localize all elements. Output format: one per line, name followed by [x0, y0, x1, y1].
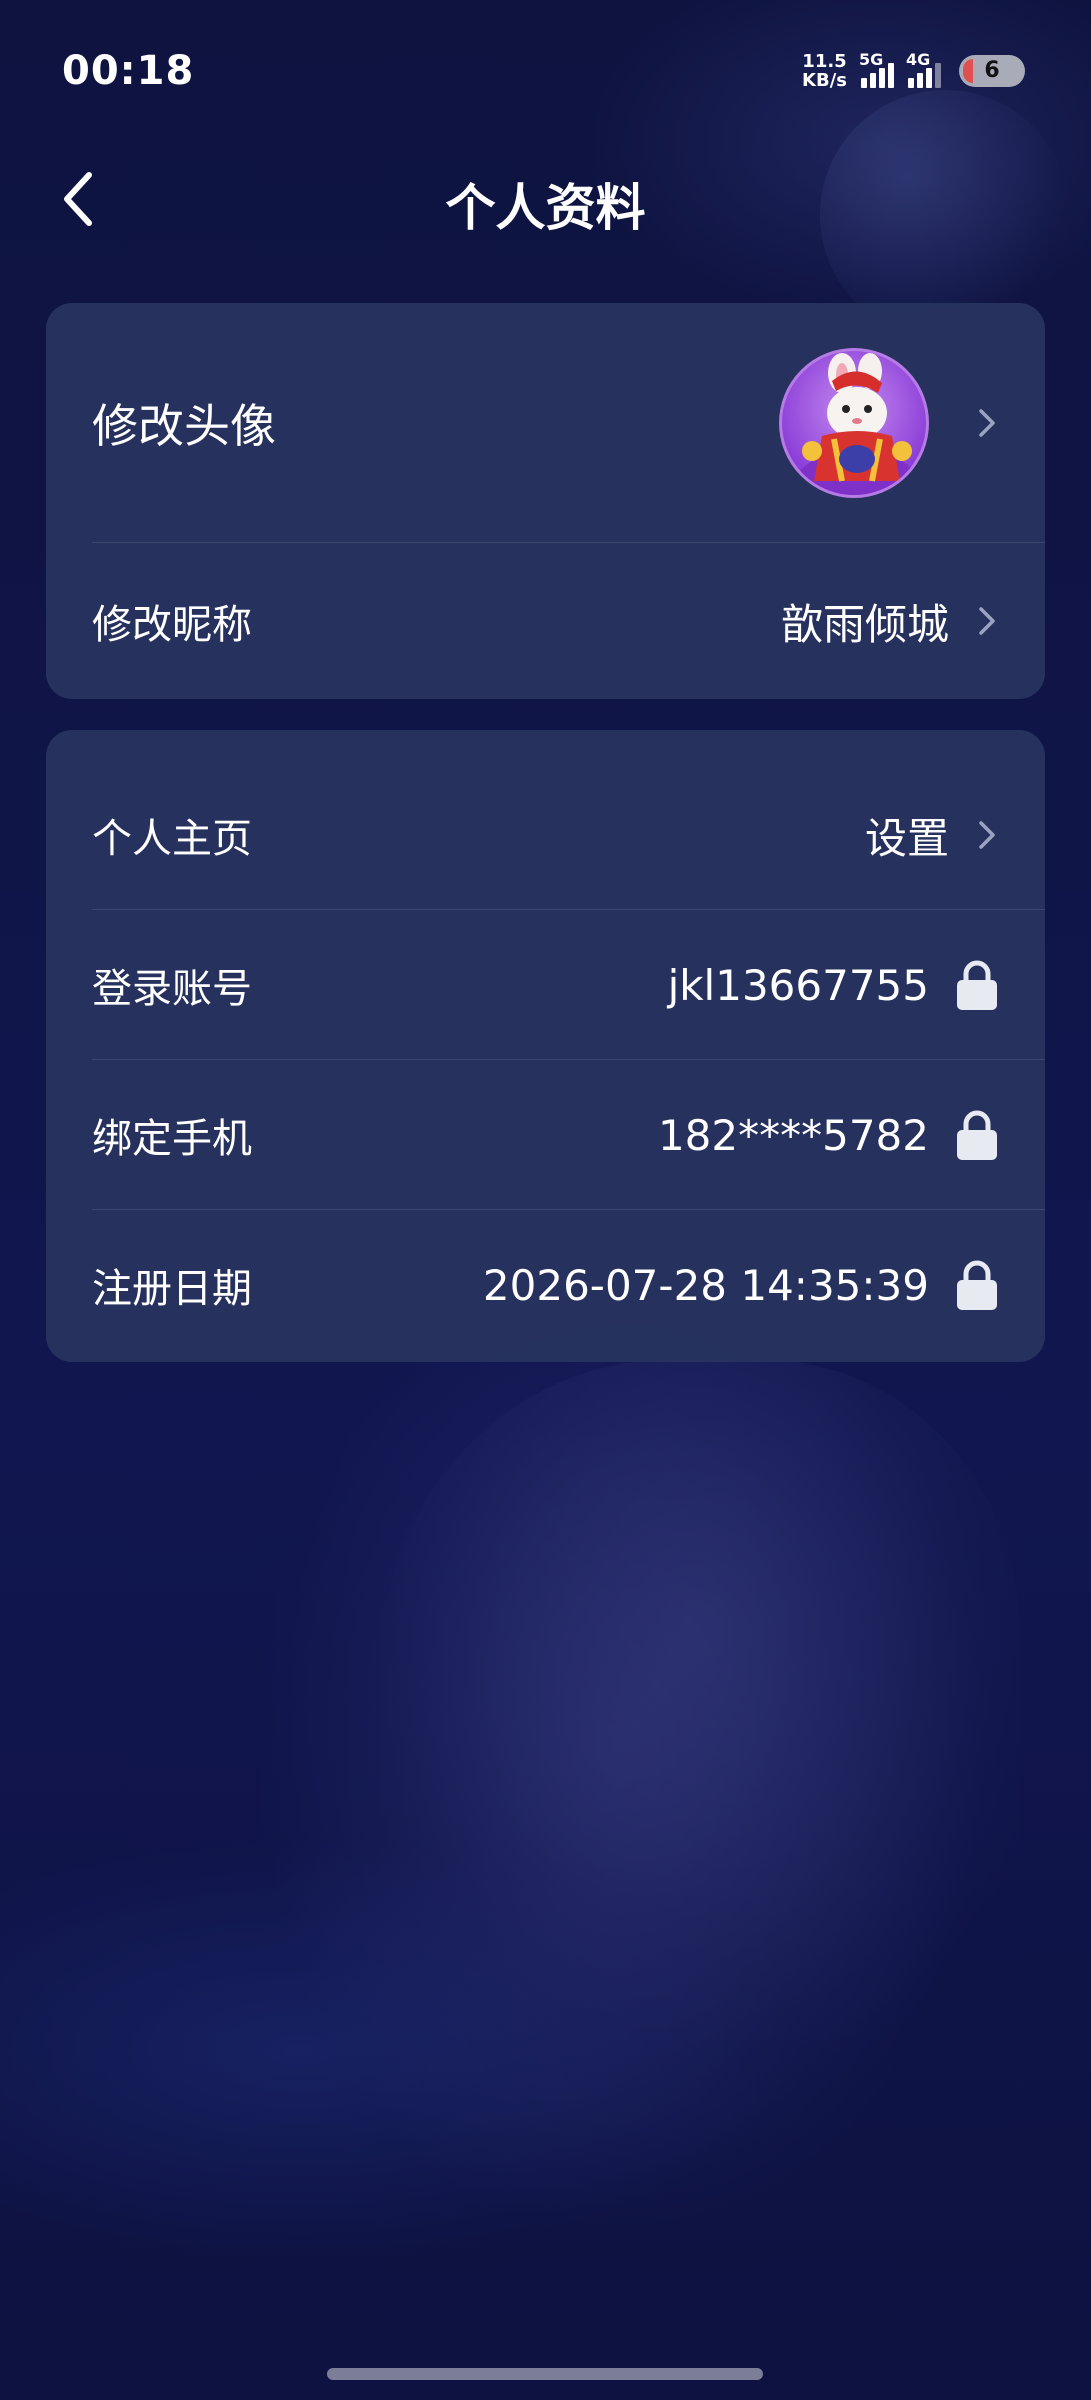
- bound-phone-label: 绑定手机: [92, 1116, 252, 1162]
- change-nickname-label: 修改昵称: [92, 602, 252, 648]
- register-date-row: 注册日期 2026-07-28 14:35:39: [46, 1210, 1045, 1360]
- signal-5g-label: 5G: [859, 50, 884, 69]
- login-account-value: jkl13667755: [667, 960, 929, 1010]
- network-speed-unit: KB/s: [802, 70, 847, 91]
- chevron-right-icon: [975, 601, 999, 641]
- battery-indicator: 6: [959, 55, 1025, 87]
- bound-phone-row: 绑定手机 182****5782: [46, 1060, 1045, 1210]
- status-time: 00:18: [62, 48, 195, 94]
- homepage-label: 个人主页: [92, 816, 252, 862]
- change-avatar-label: 修改头像: [92, 399, 276, 453]
- register-date-label: 注册日期: [92, 1266, 252, 1312]
- account-card: 个人主页 设置 登录账号 jkl13667755 绑定手机 182****578…: [46, 730, 1045, 1362]
- chevron-right-icon: [975, 403, 999, 443]
- network-speed: 11.5 KB/s: [802, 52, 847, 90]
- background-figure: [380, 1360, 1020, 2040]
- lock-icon: [955, 1260, 999, 1310]
- homepage-value: 设置: [864, 813, 949, 863]
- network-speed-value: 11.5: [802, 51, 847, 72]
- lock-icon: [955, 960, 999, 1010]
- page-title: 个人资料: [445, 179, 646, 237]
- lock-icon: [955, 1110, 999, 1160]
- profile-card: 修改头像 修改昵称 歆雨倾城: [46, 303, 1045, 699]
- homepage-row[interactable]: 个人主页 设置: [46, 730, 1045, 910]
- register-date-value: 2026-07-28 14:35:39: [482, 1260, 929, 1310]
- status-icons: 11.5 KB/s 5G 4G 6: [802, 50, 1025, 90]
- home-indicator[interactable]: [327, 2368, 763, 2380]
- bound-phone-value: 182****5782: [657, 1110, 929, 1160]
- login-account-label: 登录账号: [92, 966, 252, 1012]
- avatar[interactable]: [779, 348, 929, 498]
- signal-5g-icon: 5G: [859, 50, 894, 88]
- signal-4g-label: 4G: [906, 50, 931, 69]
- change-nickname-row[interactable]: 修改昵称 歆雨倾城: [46, 543, 1045, 699]
- nickname-value: 歆雨倾城: [780, 599, 949, 649]
- change-avatar-row[interactable]: 修改头像: [46, 303, 1045, 543]
- status-bar: 00:18 11.5 KB/s 5G 4G 6: [0, 0, 1091, 150]
- rabbit-avatar-icon: [797, 353, 917, 495]
- page-header: 个人资料: [0, 150, 1091, 250]
- chevron-right-icon: [975, 815, 999, 855]
- login-account-row: 登录账号 jkl13667755: [46, 910, 1045, 1060]
- signal-4g-icon: 4G: [906, 50, 941, 88]
